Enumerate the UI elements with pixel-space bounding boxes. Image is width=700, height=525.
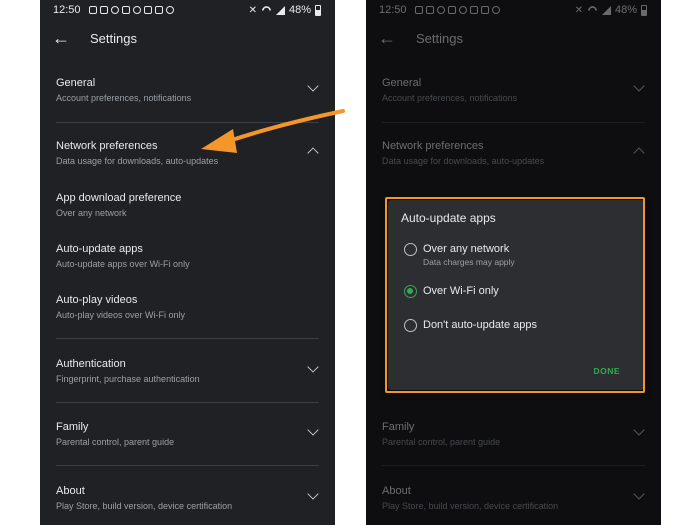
auto-update-dialog: Auto-update apps Over any network Data c… bbox=[388, 200, 644, 390]
phone-screen-dialog: 12:50 ✕ 48% ← Settings General Account p… bbox=[366, 0, 661, 525]
settings-item-authentication[interactable]: Authentication Fingerprint, purchase aut… bbox=[56, 357, 319, 385]
settings-item-general[interactable]: General Account preferences, notificatio… bbox=[56, 76, 319, 104]
radio-button[interactable] bbox=[404, 319, 417, 332]
item-subtitle: Play Store, build version, device certif… bbox=[56, 501, 233, 511]
back-arrow-icon[interactable]: ← bbox=[366, 22, 406, 54]
signal-icon bbox=[601, 5, 611, 15]
item-title: Family bbox=[382, 421, 415, 433]
item-title: Network preferences bbox=[382, 140, 484, 152]
option-sublabel: Data charges may apply bbox=[423, 257, 515, 267]
divider bbox=[56, 122, 319, 123]
battery-percentage: 48% bbox=[614, 4, 637, 16]
item-subtitle: Parental control, parent guide bbox=[56, 437, 175, 447]
option-label: Don't auto-update apps bbox=[423, 319, 538, 331]
divider bbox=[382, 465, 645, 466]
divider bbox=[56, 338, 319, 339]
item-title: Network preferences bbox=[56, 140, 158, 152]
item-subtitle: Auto-play videos over Wi-Fi only bbox=[56, 310, 186, 320]
item-title: Auto-update apps bbox=[56, 243, 143, 255]
mute-icon: ✕ bbox=[248, 4, 257, 16]
item-title: Family bbox=[56, 421, 89, 433]
phone-screen-settings: 12:50 ✕ 48% ← Settings General Account p… bbox=[40, 0, 335, 525]
status-bar: 12:50 ✕ 48% bbox=[366, 0, 661, 20]
item-title: About bbox=[56, 485, 85, 497]
option-label: Over any network bbox=[423, 243, 510, 255]
battery-percentage: 48% bbox=[288, 4, 311, 16]
settings-item-family[interactable]: Family Parental control, parent guide bbox=[56, 420, 319, 448]
item-subtitle: Account preferences, notifications bbox=[382, 93, 518, 103]
dialog-title: Auto-update apps bbox=[401, 211, 496, 225]
settings-item-auto-update-apps[interactable]: Auto-update apps Auto-update apps over W… bbox=[56, 242, 319, 270]
page-title: Settings bbox=[416, 30, 463, 46]
item-subtitle: Play Store, build version, device certif… bbox=[382, 501, 559, 511]
settings-item-app-download-preference[interactable]: App download preference Over any network bbox=[56, 191, 319, 219]
item-subtitle: Auto-update apps over Wi-Fi only bbox=[56, 259, 190, 269]
settings-item-about[interactable]: About Play Store, build version, device … bbox=[382, 484, 645, 512]
radio-button[interactable] bbox=[404, 243, 417, 256]
status-time: 12:50 bbox=[53, 4, 81, 16]
wifi-icon bbox=[586, 3, 599, 17]
divider bbox=[382, 122, 645, 123]
done-button[interactable]: DONE bbox=[593, 366, 620, 376]
page-title: Settings bbox=[90, 30, 137, 46]
notification-icons bbox=[414, 6, 500, 14]
item-title: General bbox=[382, 77, 422, 89]
item-title: Auto-play videos bbox=[56, 294, 138, 306]
item-title: Authentication bbox=[56, 358, 126, 370]
item-subtitle: Data usage for downloads, auto-updates bbox=[56, 156, 219, 166]
notification-icons bbox=[88, 6, 174, 14]
option-over-any-network[interactable]: Over any network Data charges may apply bbox=[404, 242, 632, 268]
divider bbox=[56, 465, 319, 466]
item-subtitle: Account preferences, notifications bbox=[56, 93, 192, 103]
item-title: General bbox=[56, 77, 96, 89]
radio-button-selected[interactable] bbox=[404, 285, 417, 298]
battery-icon bbox=[315, 4, 321, 16]
divider bbox=[56, 402, 319, 403]
status-time: 12:50 bbox=[379, 4, 407, 16]
back-arrow-icon[interactable]: ← bbox=[40, 22, 80, 54]
item-subtitle: Data usage for downloads, auto-updates bbox=[382, 156, 545, 166]
settings-item-family[interactable]: Family Parental control, parent guide bbox=[382, 420, 645, 448]
option-dont-auto-update[interactable]: Don't auto-update apps bbox=[404, 318, 632, 332]
app-bar: ← Settings bbox=[366, 22, 661, 54]
item-title: About bbox=[382, 485, 411, 497]
mute-icon: ✕ bbox=[574, 4, 583, 16]
settings-item-about[interactable]: About Play Store, build version, device … bbox=[56, 484, 319, 512]
settings-item-general[interactable]: General Account preferences, notificatio… bbox=[382, 76, 645, 104]
app-bar: ← Settings bbox=[40, 22, 335, 54]
settings-item-network-preferences[interactable]: Network preferences Data usage for downl… bbox=[56, 139, 319, 167]
settings-item-network-preferences[interactable]: Network preferences Data usage for downl… bbox=[382, 139, 645, 167]
settings-item-auto-play-videos[interactable]: Auto-play videos Auto-play videos over W… bbox=[56, 293, 319, 321]
battery-icon bbox=[641, 4, 647, 16]
option-over-wifi-only[interactable]: Over Wi-Fi only bbox=[404, 284, 632, 298]
option-label: Over Wi-Fi only bbox=[423, 285, 499, 297]
item-subtitle: Parental control, parent guide bbox=[382, 437, 501, 447]
item-title: App download preference bbox=[56, 192, 182, 204]
signal-icon bbox=[275, 5, 285, 15]
item-subtitle: Over any network bbox=[56, 208, 127, 218]
status-bar: 12:50 ✕ 48% bbox=[40, 0, 335, 20]
item-subtitle: Fingerprint, purchase authentication bbox=[56, 374, 200, 384]
wifi-icon bbox=[260, 3, 273, 17]
